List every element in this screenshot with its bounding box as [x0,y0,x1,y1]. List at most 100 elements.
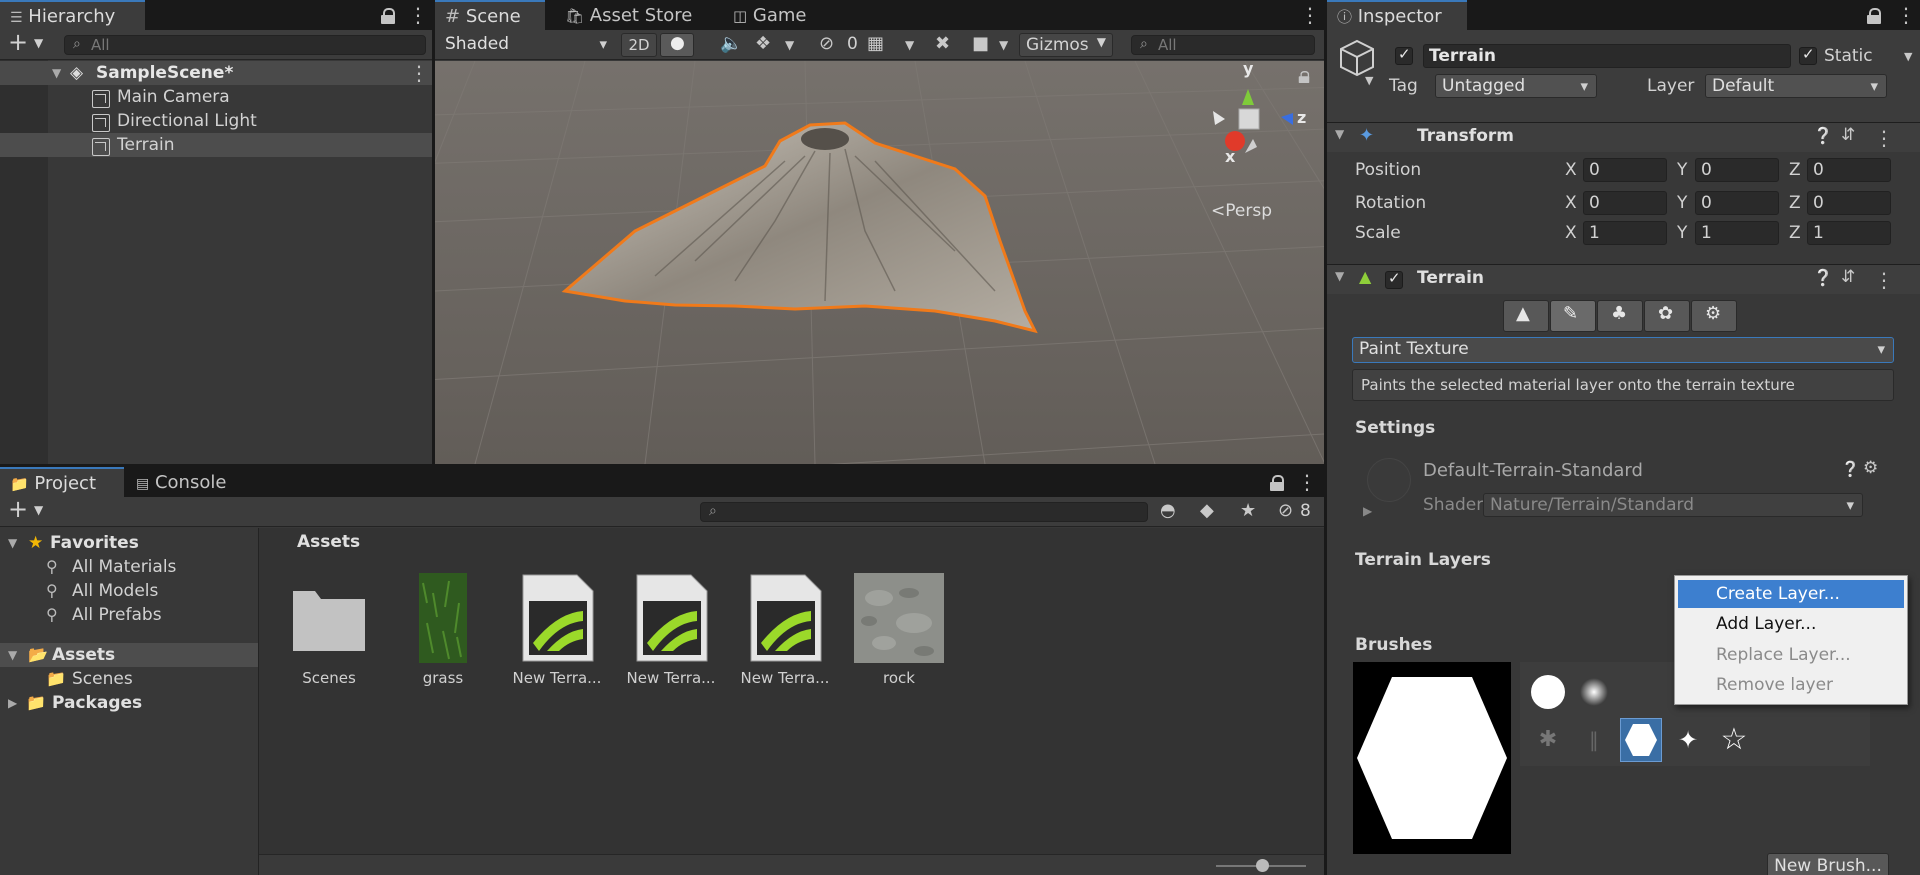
menu-item-create-layer[interactable]: Create Layer... [1678,580,1904,608]
lock-icon[interactable] [1867,8,1881,24]
scene-row[interactable]: ▼ ◈ SampleScene* [0,61,432,85]
scale-y-field[interactable]: 1 [1695,221,1779,245]
tab-console[interactable]: ▤ Console [126,467,236,497]
hierarchy-search-input[interactable]: All [64,35,426,55]
new-brush-button[interactable]: New Brush... [1767,853,1889,875]
favorites-item[interactable]: ⚲ All Models [0,579,258,603]
paint-terrain-tool[interactable]: ✎ [1550,300,1596,332]
asset-item-terrain-data[interactable]: New Terra... [507,573,607,687]
brush-star-icon[interactable]: ☆ [1714,720,1754,760]
static-checkbox[interactable] [1799,45,1817,65]
expand-arrow-icon[interactable]: ▼ [52,61,61,85]
create-neighbor-terrains-tool[interactable]: ▲ [1503,300,1549,332]
project-menu-icon[interactable] [1297,470,1317,494]
paint-trees-tool[interactable]: ♣ [1597,300,1643,332]
assets-breadcrumb[interactable]: Assets [297,532,360,552]
tab-asset-store[interactable]: 🛍 Asset Store [555,0,702,30]
gizmos-dropdown[interactable]: Gizmos ▼ [1019,33,1113,57]
tab-scene[interactable]: # Scene [435,0,545,30]
rotation-y-field[interactable]: 0 [1695,191,1779,215]
asset-item-texture[interactable]: rock [849,573,949,687]
active-checkbox[interactable] [1395,45,1413,65]
camera-icon[interactable]: ■ [972,29,989,59]
transform-header[interactable]: ▼ ✦ Transform ❔ ⇵ [1327,122,1920,152]
expand-arrow-icon[interactable]: ▼ [1335,269,1344,283]
audio-icon[interactable]: 🔈 [720,29,742,59]
component-menu-icon[interactable] [1874,126,1894,150]
asset-item-folder[interactable]: Scenes [279,573,379,687]
visibility-hidden-icon[interactable]: ⊘ [1278,496,1293,526]
scene-menu-icon[interactable] [1300,3,1320,27]
rotation-x-field[interactable]: 0 [1583,191,1667,215]
tab-game[interactable]: ◫ Game [723,0,817,30]
chevron-down-icon[interactable]: ▼ [34,503,43,517]
expand-arrow-icon[interactable]: ▼ [1335,127,1344,141]
hierarchy-item-selected[interactable]: Terrain [0,133,432,157]
brush-sparkle-icon[interactable]: ✦ [1668,720,1708,760]
material-preview[interactable] [1367,458,1411,502]
expand-arrow-icon[interactable]: ▼ [8,531,17,555]
hierarchy-item[interactable]: Directional Light [0,109,432,133]
tab-hierarchy[interactable]: ☰ Hierarchy [0,0,145,30]
chevron-down-icon[interactable]: ▼ [999,30,1008,60]
hierarchy-menu-icon[interactable] [408,3,428,27]
help-icon[interactable]: ❔ [1841,460,1860,478]
terrain-component-header[interactable]: ▼ ▲ Terrain ❔ ⇵ [1327,264,1920,294]
asset-item-terrain-data[interactable]: New Terra... [735,573,835,687]
scene-viewport[interactable]: y z x <Persp [435,61,1324,464]
menu-item-add-layer[interactable]: Add Layer... [1678,610,1904,638]
help-icon[interactable]: ❔ [1813,268,1833,287]
shader-dropdown[interactable]: Nature/Terrain/Standard [1483,493,1863,517]
lock-icon[interactable] [1270,475,1284,491]
chevron-down-icon[interactable]: ▼ [1904,50,1912,63]
packages-folder-row[interactable]: ▶ 📁 Packages [0,691,258,715]
lock-icon[interactable] [381,8,395,24]
visibility-hidden-icon[interactable]: ⊘ [819,29,834,59]
terrain-settings-tool[interactable]: ⚙ [1691,300,1737,332]
hierarchy-item[interactable]: Main Camera [0,85,432,109]
project-search-input[interactable] [700,502,1148,522]
favorites-row[interactable]: ▼ ★ Favorites [0,531,258,555]
expand-arrow-icon[interactable]: ▶ [1363,504,1372,518]
terrain-enabled-checkbox[interactable] [1385,269,1403,289]
component-menu-icon[interactable] [1874,268,1894,292]
create-add-icon[interactable]: + [8,28,28,56]
effects-icon[interactable]: ❖ [755,29,771,59]
expand-arrow-icon[interactable]: ▼ [8,643,17,667]
scene-search-input[interactable]: All [1131,35,1315,55]
favorites-item[interactable]: ⚲ All Materials [0,555,258,579]
tab-inspector[interactable]: ⓘ Inspector [1327,0,1467,30]
scene-menu-icon[interactable] [409,61,429,85]
lock-icon[interactable] [1298,71,1310,83]
search-by-label-icon[interactable]: ◆ [1200,496,1214,526]
grid-snap-icon[interactable]: ▦ [867,29,884,59]
layer-dropdown[interactable]: Default [1705,74,1887,98]
chevron-down-icon[interactable]: ▼ [34,36,43,50]
favorites-item[interactable]: ⚲ All Prefabs [0,603,258,627]
position-y-field[interactable]: 0 [1695,158,1779,182]
position-z-field[interactable]: 0 [1807,158,1891,182]
help-icon[interactable]: ❔ [1813,126,1833,145]
paint-tool-dropdown[interactable]: Paint Texture [1352,337,1894,363]
presets-icon[interactable]: ⇵ [1841,125,1855,145]
tab-project[interactable]: 📁 Project [0,467,124,497]
favorite-star-icon[interactable]: ★ [1240,496,1256,526]
scenes-folder-row[interactable]: 📁 Scenes [0,667,258,691]
brush-grass-icon[interactable]: ∥ [1574,720,1614,760]
assets-folder-row[interactable]: ▼ 📂 Assets [0,643,258,667]
chevron-down-icon[interactable]: ▼ [785,30,794,60]
toggle-2d-button[interactable]: 2D [621,33,657,57]
position-x-field[interactable]: 0 [1583,158,1667,182]
brush-soft-circle-icon[interactable] [1574,672,1614,712]
projection-toggle[interactable]: <Persp [1211,201,1272,221]
chevron-down-icon[interactable]: ▼ [905,30,914,60]
asset-item-terrain-data[interactable]: New Terra... [621,573,721,687]
chevron-down-icon[interactable]: ▼ [1365,74,1373,87]
inspector-menu-icon[interactable] [1896,3,1916,27]
brush-hard-circle-icon[interactable] [1528,672,1568,712]
object-name-input[interactable]: Terrain [1423,44,1791,68]
scale-x-field[interactable]: 1 [1583,221,1667,245]
rotation-z-field[interactable]: 0 [1807,191,1891,215]
tag-dropdown[interactable]: Untagged [1435,74,1597,98]
brush-hexagon-icon[interactable] [1620,718,1662,762]
